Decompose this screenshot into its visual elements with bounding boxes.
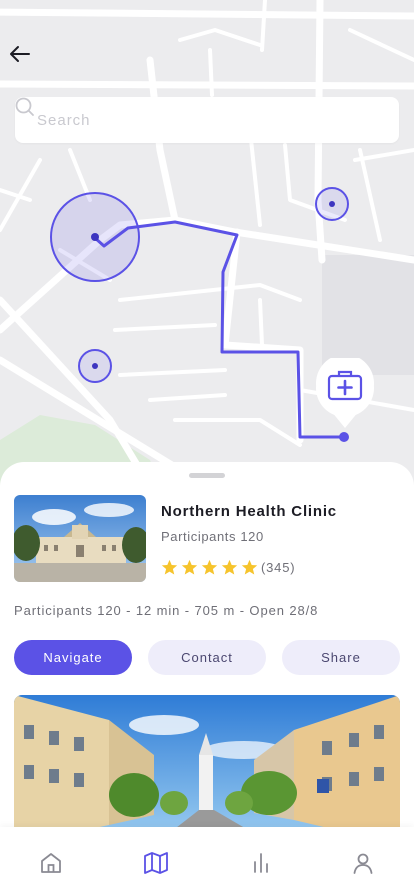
clinic-meta-info: Participants 120 - 12 min - 705 m - Open…: [14, 603, 319, 618]
clinic-details-sheet: Northern Health Clinic Participants 120 …: [0, 462, 414, 832]
star-icon: [221, 559, 238, 575]
navigate-button[interactable]: Navigate: [14, 640, 132, 675]
star-icon: [201, 559, 218, 575]
search-icon: [15, 97, 34, 116]
search-input[interactable]: [37, 111, 357, 129]
medical-kit-icon: [316, 358, 374, 428]
clinic-name: Northern Health Clinic: [161, 503, 337, 520]
map-view[interactable]: [0, 0, 414, 520]
search-bar[interactable]: [15, 97, 399, 143]
map-icon: [144, 852, 168, 874]
tab-home[interactable]: [37, 849, 65, 877]
map-streets: [0, 0, 414, 520]
profile-icon: [353, 853, 373, 874]
stats-icon: [254, 853, 268, 873]
clinic-rating: (345): [161, 559, 295, 576]
home-icon: [41, 853, 61, 873]
review-count: (345): [261, 560, 296, 575]
back-button[interactable]: [8, 42, 38, 72]
bottom-tab-bar: [0, 827, 414, 896]
star-icon: [241, 559, 258, 575]
tab-stats[interactable]: [247, 849, 275, 877]
star-icon: [161, 559, 178, 575]
share-button[interactable]: Share: [282, 640, 400, 675]
sheet-drag-handle[interactable]: [189, 473, 225, 478]
clinic-thumbnail[interactable]: [14, 495, 146, 582]
contact-button[interactable]: Contact: [148, 640, 266, 675]
arrow-left-icon: [10, 46, 30, 62]
star-icon: [181, 559, 198, 575]
tab-profile[interactable]: [349, 849, 377, 877]
clinic-map-pin[interactable]: [315, 358, 375, 430]
tab-map[interactable]: [142, 849, 170, 877]
clinic-street-photo[interactable]: [14, 695, 400, 832]
clinic-participants: Participants 120: [161, 529, 264, 544]
